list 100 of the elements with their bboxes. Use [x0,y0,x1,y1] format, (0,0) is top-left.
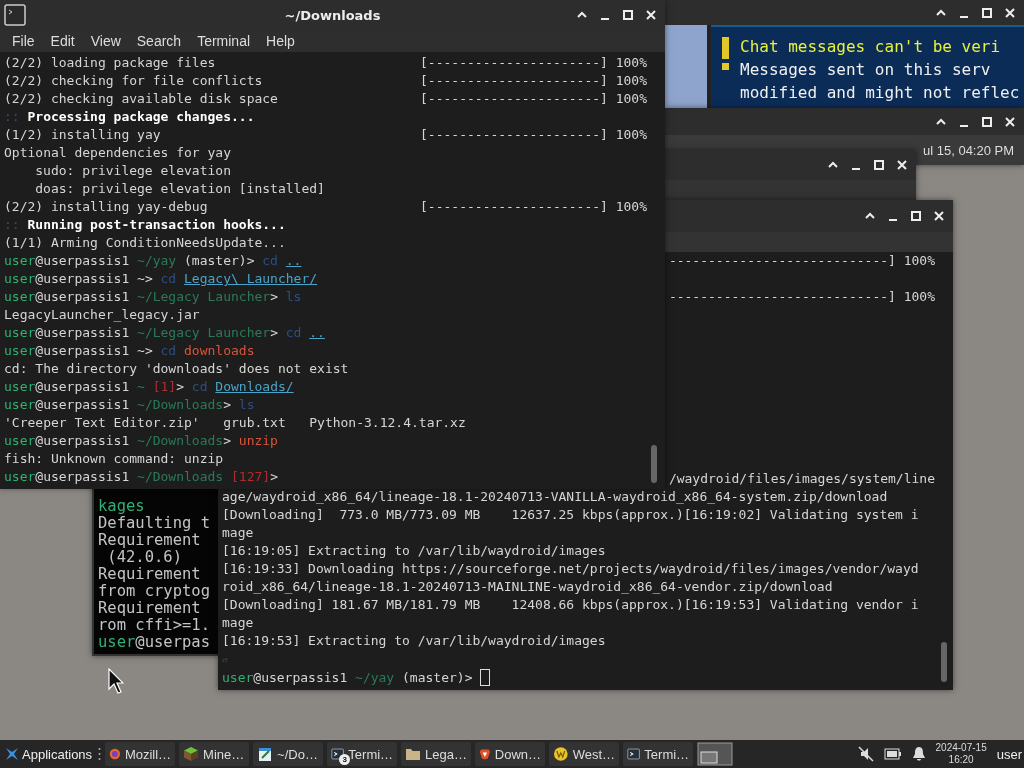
terminal-line: user@userpassis1 ~> cd downloads [4,342,255,360]
prompt-line: user@userpassis1 ~/yay (master)> [222,669,474,687]
notepad-icon [257,746,274,762]
menu-item[interactable]: Help [258,33,303,49]
progress-bar-text: ----------------------------] 100% [668,288,935,306]
close-icon[interactable] [933,210,945,222]
terminal-line: fish: Unknown command: unzip [4,450,224,468]
terminal-line: (2/2) installing yay-debug [4,198,208,216]
progress-bar-text: ----------------------------] 100% [668,252,935,270]
menu-item[interactable]: Search [128,33,190,49]
battery-icon[interactable] [883,748,902,760]
window-title: ~/Downloads [284,7,381,23]
taskbar-button[interactable]: Down… [475,742,546,766]
terminal-line: mage [222,524,254,542]
terminal-line: LegacyLauncher_legacy.jar [4,306,200,324]
maximize-icon[interactable] [981,6,993,19]
muted-speaker-icon[interactable] [857,746,874,762]
taskbar-button[interactable]: ~/Do… [253,742,324,766]
terminal-line: mage [222,614,254,632]
terminal-line: user@userpassis1 ~/Downloads> unzip [4,432,278,450]
star-logo-icon [4,746,20,762]
terminal-line: (2/2) checking available disk space [4,90,278,108]
terminal-line: (42.0.6) [106,549,183,566]
terminal-line: ⏎ [222,654,228,667]
terminal-line: roid_x86_64/lineage-18.1-20240713-MAINLINE-waydroid_x86_64-vendor.zip/download [222,578,833,596]
notification-badge: 3 [339,754,351,765]
taskbar-button[interactable]: West… [549,742,620,766]
warning-text: modified and might not reflec [740,82,1020,104]
taskbar-button[interactable]: Lega… [401,742,472,766]
terminal-line: [16:19:33] Downloading https://sourceforge.net/projects/waydroid/files/images/vendor/wayd [222,560,919,578]
menu-item[interactable]: Edit [42,33,83,49]
close-icon[interactable] [1004,6,1016,19]
user-name[interactable]: user [996,746,1022,762]
drag-handle-icon[interactable] [98,747,102,761]
terminal-line: Requirement [98,600,202,617]
close-icon[interactable] [1004,115,1016,128]
progress-bar-text: [----------------------] 100% [420,54,647,72]
clock-text: ul 15, 04:20 PM [923,142,1015,158]
taskbar-clock[interactable]: 2024-07-15 16:20 [935,742,987,766]
terminal-line: user@userpassis1 ~/yay (master)> cd .. [4,252,302,270]
bell-icon[interactable] [911,746,926,762]
menu-item[interactable]: Terminal [189,33,259,49]
terminal-line: cd: The directory 'downloads' does not exist [4,360,349,378]
terminal-line: rom cffi>=1. [98,617,211,634]
terminal-line: [16:19:53] Extracting to /var/lib/waydroid/images [222,632,606,650]
warning-text: Messages sent on this serv [740,59,992,81]
scrollbar-thumb[interactable] [941,642,947,682]
progress-bar-text: [----------------------] 100% [420,72,647,90]
taskbar-button[interactable]: Mozill… [105,742,176,766]
terminal-icon [331,746,345,762]
terminal-line: user@userpassis1 ~/Legacy Launcher> ls [4,288,302,306]
folder-icon [405,746,422,762]
terminal-line: Requirement [98,532,202,549]
terminal-line: (2/2) loading package files [4,54,216,72]
terminal-line: /waydroid/files/images/system/line [668,470,935,488]
maximize-icon[interactable] [910,210,922,222]
terminal-line: Requirement [98,566,202,583]
terminal-line: [16:19:05] Extracting to /var/lib/waydroid/images [222,542,606,560]
menu-item[interactable]: File [4,33,43,49]
terminal-icon [627,746,641,762]
terminal-line: kages [98,498,146,515]
terminal-line: user@userpassis1 ~> cd Legacy\ Launcher/ [4,270,318,288]
terminal-line: [Downloading] 773.0 MB/773.09 MB 12637.25 kbps(approx.)[16:19:02] Validating system i [222,506,919,524]
terminal-line: user@userpassis1 ~/Downloads> ls [4,396,255,414]
terminal-line: user@userpas [98,634,211,651]
terminal-line: [Downloading] 181.67 MB/181.79 MB 12408.66 kbps(approx.)[16:19:53] Validating vendor i [222,596,919,614]
scrollbar-thumb[interactable] [651,445,657,483]
terminal-line: Defaulting t [98,515,211,532]
terminal-line: Optional dependencies for yay [4,144,231,162]
terminal-line: (1/2) installing yay [4,126,161,144]
terminal-line: from cryptog [98,583,211,600]
progress-bar-text: [----------------------] 100% [420,198,647,216]
terminal-line: age/waydroid_x86_64/lineage-18.1-20240713-VANILLA-waydroid_x86_64-system.zip/download [222,488,888,506]
close-icon[interactable] [896,159,908,171]
mouse-pointer-icon [108,668,124,694]
terminal-line: doas: privilege elevation [installed] [34,180,325,198]
maximize-icon[interactable] [981,115,993,128]
taskbar-button[interactable]: Mine… [179,742,250,766]
menu-item[interactable]: View [82,33,129,49]
taskbar-button[interactable]: Termi… [623,742,694,766]
terminal-line: (1/1) Arming ConditionNeedsUpdate... [4,234,286,252]
terminal-line: (2/2) checking for file conflicts [4,72,263,90]
terminal-line: user@userpassis1 ~ [1]> cd Downloads/ [4,378,294,396]
terminal-line: user@userpassis1 ~/Legacy Launcher> cd .. [4,324,325,342]
maximize-icon[interactable] [622,9,634,21]
close-icon[interactable] [645,9,657,21]
terminal-line: :: Running post-transaction hooks... [4,216,286,234]
progress-bar-text: [----------------------] 100% [420,90,647,108]
terminal-line: :: Processing package changes... [4,108,255,126]
terminal-line: 'Creeper Text Editor.zip' grub.txt Python-3.12.4.tar.xz [4,414,466,432]
warning-title: Chat messages can't be veri [740,36,1002,58]
exclamation-icon [721,35,730,71]
maximize-icon[interactable] [873,159,885,171]
browser-icon [109,746,121,762]
coin-icon [553,746,569,762]
applications-menu-button[interactable]: Applications [2,742,95,766]
workspace-switcher-icon[interactable] [697,742,734,766]
cube-icon [183,746,200,762]
terminal-line: sudo: privilege elevation [34,162,231,180]
progress-bar-text: [----------------------] 100% [420,126,647,144]
